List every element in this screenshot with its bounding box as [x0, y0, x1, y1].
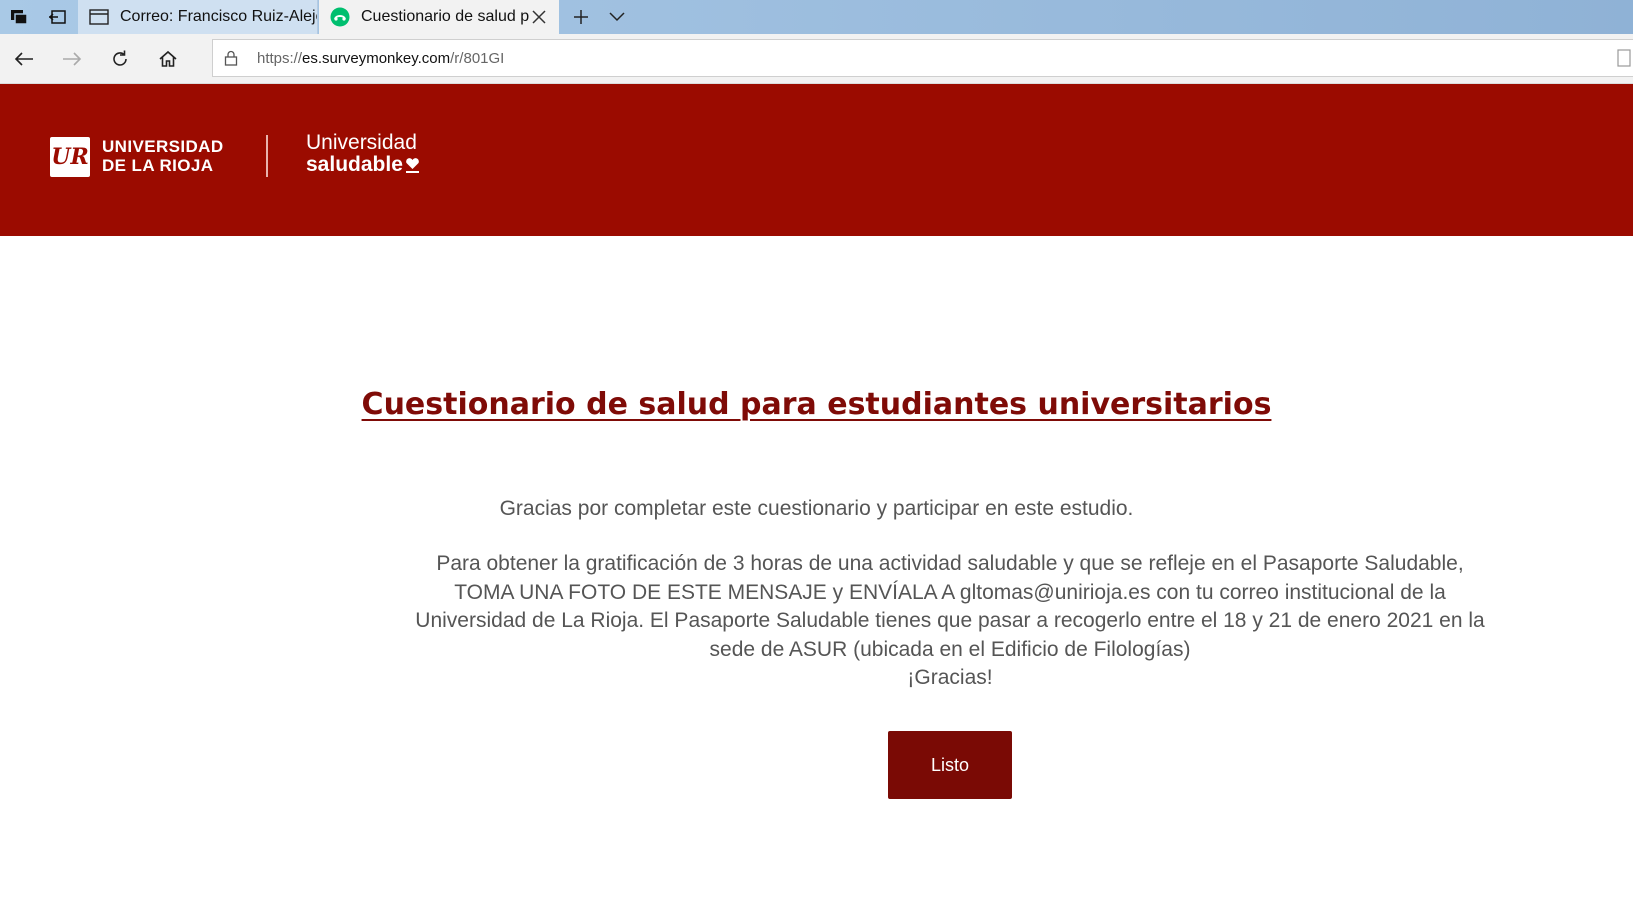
- address-bar[interactable]: https://es.surveymonkey.com/r/801GI: [212, 39, 1633, 77]
- close-tab-icon[interactable]: [529, 7, 549, 27]
- university-name: UNIVERSIDAD DE LA RIOJA: [102, 137, 224, 175]
- tab-label: Correo: Francisco Ruiz-Alejo: [120, 8, 317, 25]
- thanks-message: Gracias por completar este cuestionario …: [499, 497, 1134, 520]
- new-tab-icon[interactable]: [562, 0, 600, 34]
- reading-view-icon[interactable]: [1617, 49, 1631, 72]
- forward-arrow-icon[interactable]: [48, 34, 96, 84]
- window-icon: [88, 6, 110, 28]
- refresh-icon[interactable]: [96, 34, 144, 84]
- chevron-down-icon[interactable]: [598, 0, 636, 34]
- set-tabs-aside-icon[interactable]: [38, 0, 76, 34]
- logo-divider: [266, 135, 268, 177]
- instructions-line: ¡Gracias!: [907, 666, 993, 689]
- tab-mail[interactable]: Correo: Francisco Ruiz-Alejo: [78, 0, 318, 34]
- url-text[interactable]: https://es.surveymonkey.com/r/801GI: [249, 50, 504, 67]
- instructions-line: sede de ASUR (ubicada en el Edificio de …: [709, 637, 1191, 661]
- done-button[interactable]: Listo: [888, 731, 1012, 799]
- instructions-text: Para obtener la gratificación de 3 horas…: [395, 550, 1505, 693]
- lock-icon[interactable]: [213, 40, 249, 76]
- surveymonkey-icon: [329, 6, 351, 28]
- navigation-bar: https://es.surveymonkey.com/r/801GI: [0, 34, 1633, 84]
- survey-title: Cuestionario de salud para estudiantes u…: [361, 387, 1272, 422]
- universidad-saludable-logo: Universidad saludable: [306, 132, 420, 176]
- tab-actions-icon[interactable]: [0, 0, 38, 34]
- tab-label: Cuestionario de salud para estudiantes: [361, 8, 529, 25]
- instructions-line: Para obtener la gratificación de 3 horas…: [436, 552, 1464, 575]
- tab-strip: Correo: Francisco Ruiz-Alejo Cuestionari…: [0, 0, 1633, 34]
- universidad-de-la-rioja-logo: UR: [50, 137, 90, 177]
- back-arrow-icon[interactable]: [0, 34, 48, 84]
- instructions-line: Universidad de La Rioja. El Pasaporte Sa…: [415, 609, 1485, 632]
- heart-icon: [405, 158, 419, 173]
- header-band: UR UNIVERSIDAD DE LA RIOJA Universidad s…: [0, 84, 1633, 236]
- instructions-line: TOMA UNA FOTO DE ESTE MENSAJE y ENVÍALA …: [454, 580, 1446, 604]
- home-icon[interactable]: [144, 34, 192, 84]
- tab-survey[interactable]: Cuestionario de salud para estudiantes: [319, 0, 559, 34]
